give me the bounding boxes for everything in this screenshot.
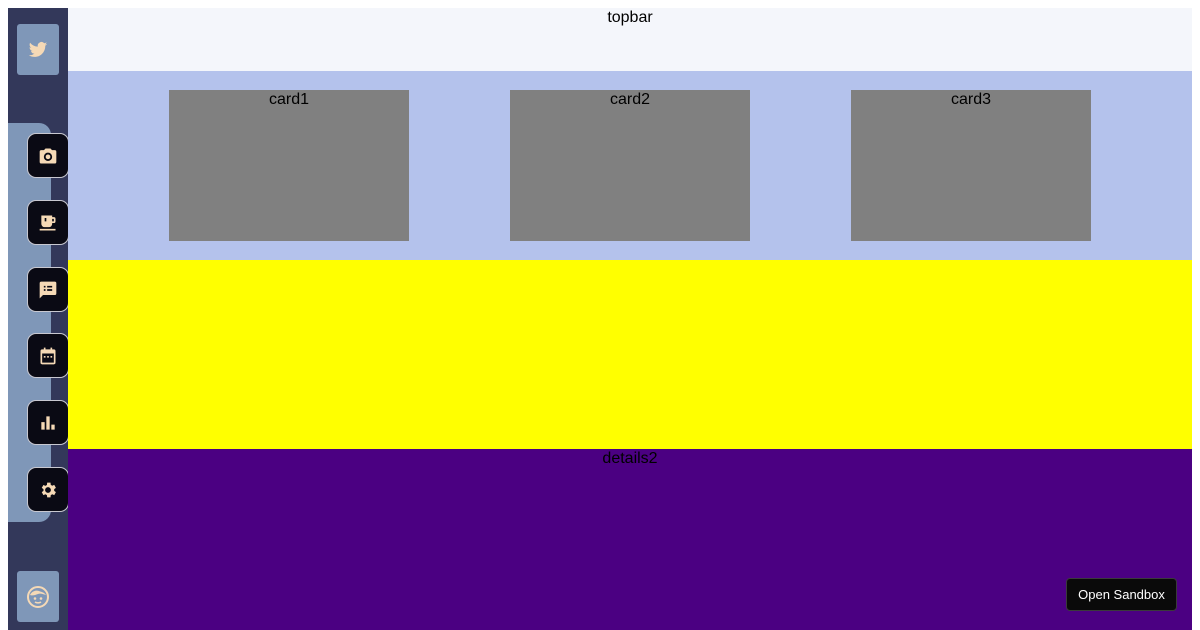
profile-button[interactable] bbox=[17, 571, 59, 622]
bar-chart-icon bbox=[38, 413, 58, 433]
card-label: card2 bbox=[609, 91, 651, 108]
sidebar-item-stats[interactable] bbox=[27, 400, 69, 445]
card-2: card2 bbox=[510, 90, 750, 241]
details2-section: details2 bbox=[68, 449, 1192, 630]
sidebar-item-settings[interactable] bbox=[27, 467, 69, 512]
topbar-label: topbar bbox=[607, 9, 653, 26]
twitter-bird-icon bbox=[27, 40, 49, 60]
topbar: topbar bbox=[68, 8, 1192, 71]
app-root: topbar card1 card2 card3 details2 bbox=[8, 8, 1192, 630]
sidebar-item-chat[interactable] bbox=[27, 267, 69, 312]
details1-section bbox=[68, 260, 1192, 449]
open-sandbox-button[interactable]: Open Sandbox bbox=[1066, 578, 1177, 611]
twitter-button[interactable] bbox=[17, 24, 59, 75]
calendar-icon bbox=[38, 346, 58, 366]
coffee-cup-icon bbox=[38, 213, 58, 233]
card-label: card1 bbox=[268, 91, 310, 108]
cards-section: card1 card2 card3 bbox=[68, 71, 1192, 260]
card-label: card3 bbox=[950, 91, 992, 108]
camera-icon bbox=[38, 146, 58, 166]
user-face-icon bbox=[26, 585, 50, 609]
sidebar-nav-panel bbox=[8, 123, 51, 522]
sidebar-item-camera[interactable] bbox=[27, 133, 69, 178]
card-3: card3 bbox=[851, 90, 1091, 241]
details2-label: details2 bbox=[602, 450, 658, 467]
gear-icon bbox=[38, 480, 58, 500]
sidebar-item-calendar[interactable] bbox=[27, 333, 69, 378]
main-content: topbar card1 card2 card3 details2 bbox=[68, 8, 1192, 630]
chat-list-icon bbox=[38, 280, 58, 300]
sidebar bbox=[8, 8, 69, 630]
sidebar-item-coffee[interactable] bbox=[27, 200, 69, 245]
card-1: card1 bbox=[169, 90, 409, 241]
